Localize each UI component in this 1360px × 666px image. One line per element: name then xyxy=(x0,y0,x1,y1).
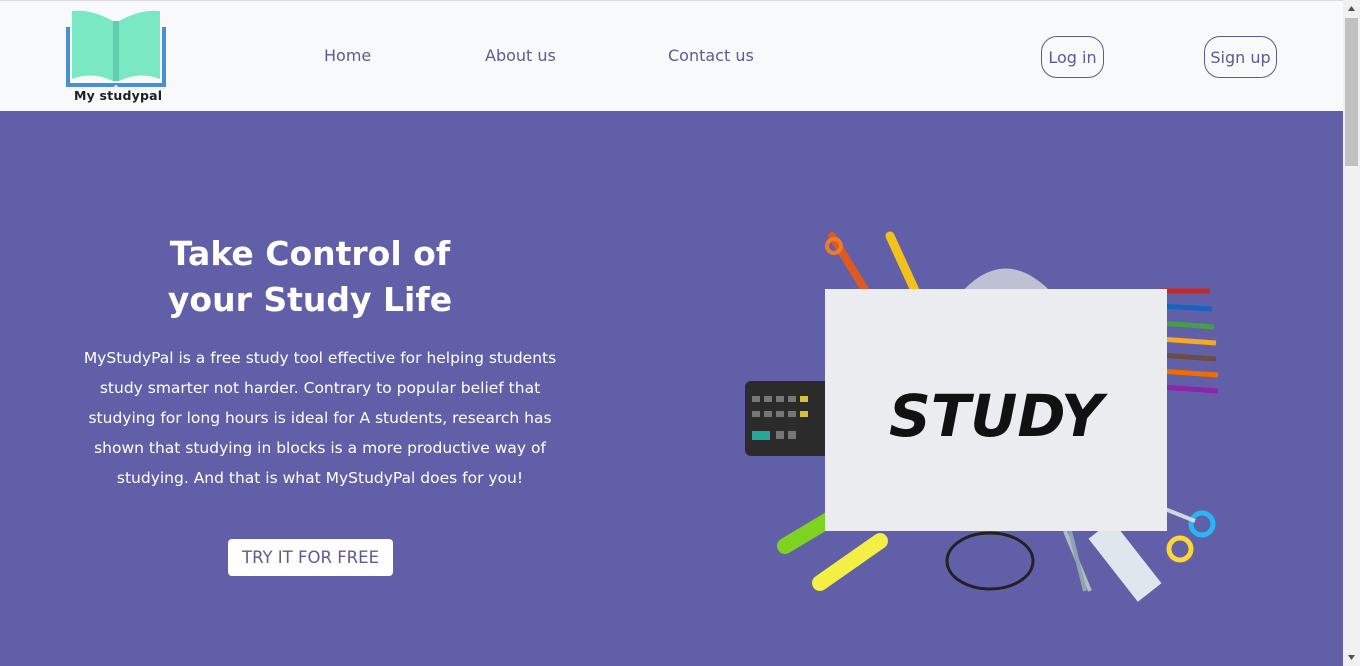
scroll-thumb[interactable] xyxy=(1345,18,1358,166)
hero-title-line-2: your Study Life xyxy=(167,280,453,319)
hero-description-line-1: MyStudyPal is a free study tool effectiv… xyxy=(83,349,557,367)
tape-shape xyxy=(945,531,1035,591)
hero-section: Take Control of your Study Life MyStudyP… xyxy=(0,111,1343,666)
yellow-pen-shape xyxy=(885,231,923,302)
nav-contact-link[interactable]: Contact us xyxy=(668,46,754,65)
hero-description: MyStudyPal is a free study tool effectiv… xyxy=(70,343,570,493)
book-icon xyxy=(66,10,166,87)
signup-button[interactable]: Sign up xyxy=(1204,36,1277,78)
calculator-shape xyxy=(745,381,830,456)
logo[interactable]: My studypal xyxy=(64,9,168,105)
try-free-button[interactable]: TRY IT FOR FREE xyxy=(228,539,393,576)
study-supplies-image: STUDY xyxy=(740,231,1230,611)
hero-title: Take Control of your Study Life xyxy=(60,231,560,323)
header: My studypal Home About us Contact us Log… xyxy=(0,0,1343,111)
hero-description-line-2: study smarter not harder. Contrary to po… xyxy=(99,379,541,397)
hero-description-line-3: studying for long hours is ideal for A s… xyxy=(88,409,552,427)
scroll-up-arrow-icon[interactable] xyxy=(1343,0,1360,17)
ruler-shape xyxy=(1088,520,1162,602)
nav-about-link[interactable]: About us xyxy=(485,46,556,65)
scroll-down-arrow-icon[interactable] xyxy=(1343,649,1360,666)
colored-pencils-shape xyxy=(1159,288,1219,394)
hero-title-line-1: Take Control of xyxy=(169,234,451,273)
study-card-text: STUDY xyxy=(889,382,1108,450)
logo-text: My studypal xyxy=(74,88,163,103)
nav-home-link[interactable]: Home xyxy=(324,46,371,65)
yellow-highlighter-shape xyxy=(812,533,888,591)
page-scrollbar[interactable] xyxy=(1343,0,1360,666)
compass-shape xyxy=(1063,530,1092,592)
login-button[interactable]: Log in xyxy=(1041,36,1104,78)
hero-description-line-5: studying. And that is what MyStudyPal do… xyxy=(116,469,524,487)
hero-description-line-4: shown that studying in blocks is a more … xyxy=(94,439,546,457)
